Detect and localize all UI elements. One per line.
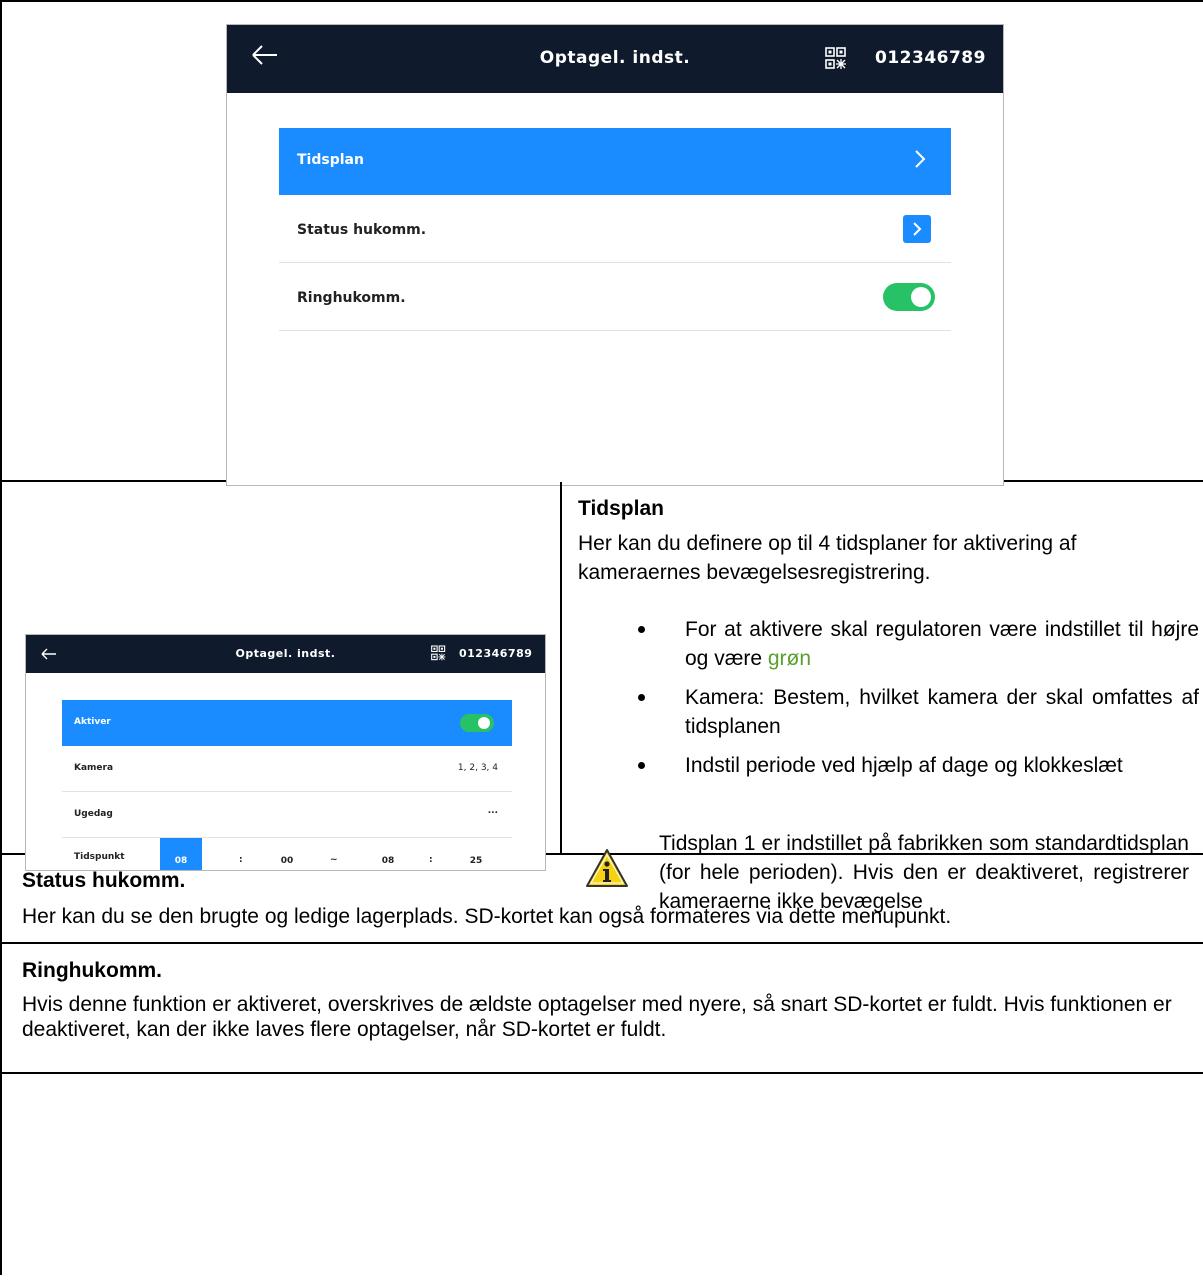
screen-schedule: Optagel. indst. 012346789 Aktiver Kamera… [25, 634, 546, 871]
tidsplan-heading: Tidsplan [578, 497, 664, 520]
top-bar: Optagel. indst. 012346789 [26, 635, 545, 673]
device-id: 012346789 [875, 48, 986, 68]
top-bar: Optagel. indst. 012346789 [227, 25, 1003, 93]
menu-item-label: Tidsplan [297, 152, 364, 168]
ringhukomm-toggle[interactable] [883, 283, 935, 311]
qr-code-icon[interactable] [825, 47, 847, 71]
chevron-right-icon[interactable] [903, 215, 931, 243]
menu-item-label: Ringhukomm. [297, 290, 406, 306]
chevron-right-icon [913, 148, 927, 174]
row-main-screen: Optagel. indst. 012346789 Tidsplan Statu… [2, 2, 1203, 486]
tidsplan-intro: Her kan du definere op til 4 tidsplaner … [578, 532, 1077, 584]
tidsplan-bullets: For at aktivere skal regulatoren være in… [575, 615, 1203, 780]
menu-item-tidsplan[interactable]: Tidsplan [279, 128, 951, 195]
menu-item-ringhukomm[interactable]: Ringhukomm. [279, 263, 951, 331]
bullet-item: Indstil periode ved hjælp af dage og klo… [575, 751, 1199, 780]
ring-heading: Ringhukomm. [22, 959, 162, 982]
ring-text: Hvis denne funktion er aktiveret, oversk… [22, 993, 1172, 1041]
bullet-item: Kamera: Bestem, hvilket kamera der skal … [575, 683, 1199, 741]
camera-value: 1, 2, 3, 4 [457, 763, 498, 773]
row-ringhukomm: Ringhukomm. Hvis denne funktion er aktiv… [2, 944, 1203, 1074]
status-text: Her kan du se den brugte og ledige lager… [22, 905, 952, 928]
status-heading: Status hukomm. [22, 869, 186, 892]
weekday-value: ... [487, 806, 498, 816]
row-kamera[interactable]: Kamera 1, 2, 3, 4 [62, 746, 512, 792]
menu-item-status-hukomm[interactable]: Status hukomm. [279, 195, 951, 263]
screen-recording-settings: Optagel. indst. 012346789 Tidsplan Statu… [226, 24, 1004, 486]
menu-item-label: Status hukomm. [297, 222, 427, 238]
row-label: Aktiver [74, 717, 111, 727]
row-ugedag[interactable]: Ugedag ... [62, 792, 512, 838]
device-id: 012346789 [459, 647, 533, 660]
toggle-knob [478, 717, 490, 729]
row-tidsplan: Optagel. indst. 012346789 Aktiver Kamera… [2, 482, 1203, 913]
row-label: Ugedag [74, 809, 113, 819]
document-table: Optagel. indst. 012346789 Tidsplan Statu… [0, 0, 1203, 1275]
cell-tidsplan-description: Tidsplan Her kan du definere op til 4 ti… [564, 482, 1203, 913]
cell-schedule-screenshot: Optagel. indst. 012346789 Aktiver Kamera… [2, 482, 562, 871]
qr-code-icon[interactable] [431, 645, 446, 662]
toggle-knob [911, 287, 931, 307]
green-word: grøn [767, 647, 812, 670]
row-aktiver[interactable]: Aktiver [62, 700, 512, 746]
row-status-hukomm: Status hukomm. Her kan du se den brugte … [2, 855, 1203, 944]
row-label: Kamera [74, 763, 114, 773]
aktiver-toggle[interactable] [460, 714, 494, 732]
bullet-item: For at aktivere skal regulatoren være in… [575, 615, 1199, 673]
